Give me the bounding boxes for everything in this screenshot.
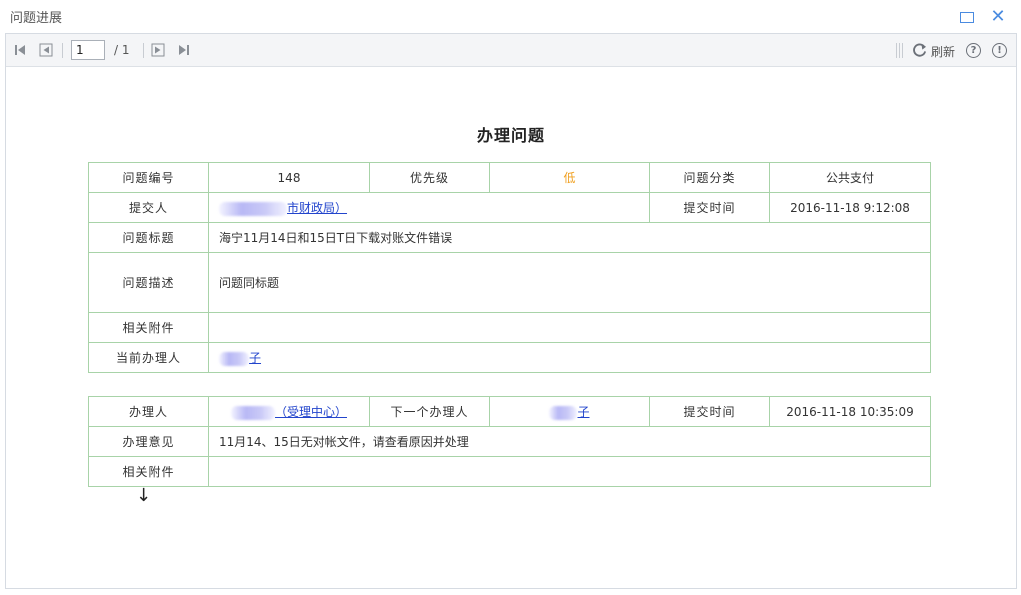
last-page-icon[interactable] [176,42,192,58]
table-row: 问题描述 问题同标题 [88,252,931,313]
description-value: 问题同标题 [208,252,931,313]
current-handler-cell: 子 [208,342,931,373]
maximize-icon [960,11,974,23]
close-icon: ✕ [990,6,1006,27]
close-button[interactable]: ✕ [987,6,1009,28]
progress-submit-time-value: 2016-11-18 10:35:09 [769,396,931,427]
issue-progress-window: 问题进展 ✕ / 1 [0,0,1021,595]
redacted-text [219,351,249,366]
report-viewer: / 1 刷新 ? ! 办理问题 [5,33,1017,589]
table-row: 问题标题 海宁11月14日和15日T日下载对账文件错误 [88,222,931,253]
table-row: 问题编号 148 优先级 低 问题分类 公共支付 [88,162,931,193]
next-processor-label: 下一个办理人 [369,396,490,427]
submit-time-label: 提交时间 [649,192,770,223]
opinion-label: 办理意见 [88,426,209,457]
refresh-icon[interactable] [911,42,927,58]
opinion-value: 11月14、15日无对帐文件，请查看原因并处理 [208,426,931,457]
redacted-text [549,405,578,420]
report-toolbar: / 1 刷新 ? ! [6,34,1016,67]
refresh-button[interactable]: 刷新 [931,43,955,60]
next-processor-link[interactable]: 子 [577,405,589,419]
redacted-text [230,405,275,420]
progress-attachments-value [208,456,931,487]
table-row: 办理意见 11月14、15日无对帐文件，请查看原因并处理 [88,426,931,457]
page-title: 办理问题 [476,126,545,145]
processor-cell: （受理中心） [208,396,370,427]
table-row: 相关附件 [88,456,931,487]
table-row: 办理人 （受理中心） 下一个办理人 子 提交时间 2016-11-18 10:3… [88,396,931,427]
current-handler-link[interactable]: 子 [249,351,261,365]
maximize-button[interactable] [956,6,978,28]
priority-label: 优先级 [369,162,490,193]
help-icon[interactable]: ? [966,43,981,58]
info-icon[interactable]: ! [992,43,1007,58]
toolbar-grip [896,43,897,58]
toolbar-separator [143,43,144,58]
window-title: 问题进展 [10,11,63,26]
flow-arrow-icon: ↓ [136,485,152,506]
progress-table: 办理人 （受理中心） 下一个办理人 子 提交时间 2016-11-18 10:3… [88,396,931,487]
subject-value: 海宁11月14日和15日T日下载对账文件错误 [208,222,931,253]
toolbar-grip [902,43,903,58]
report-content: 办理问题 问题编号 148 优先级 低 问题分类 公共支付 提交人 市财政局） … [6,68,1016,588]
progress-attachments-label: 相关附件 [88,456,209,487]
page-number-input[interactable] [71,40,105,60]
next-page-icon[interactable] [150,42,166,58]
toolbar-grip [899,43,900,58]
processor-label: 办理人 [88,396,209,427]
issue-id-value: 148 [208,162,370,193]
issue-table: 问题编号 148 优先级 低 问题分类 公共支付 提交人 市财政局） 提交时间 … [88,162,931,373]
prev-page-icon[interactable] [38,42,54,58]
attachments-value [208,312,931,343]
subject-label: 问题标题 [88,222,209,253]
description-label: 问题描述 [88,252,209,313]
priority-cell: 低 [489,162,650,193]
first-page-icon[interactable] [12,42,28,58]
submitter-cell: 市财政局） [208,192,650,223]
issue-id-label: 问题编号 [88,162,209,193]
toolbar-separator [62,43,63,58]
submit-time-value: 2016-11-18 9:12:08 [769,192,931,223]
priority-value: 低 [563,171,576,185]
category-label: 问题分类 [649,162,770,193]
processor-link[interactable]: （受理中心） [275,405,347,419]
page-total: / 1 [114,43,130,57]
category-value: 公共支付 [769,162,931,193]
next-processor-cell: 子 [489,396,650,427]
redacted-text [219,201,287,216]
table-row: 当前办理人 子 [88,342,931,373]
progress-submit-time-label: 提交时间 [649,396,770,427]
table-row: 相关附件 [88,312,931,343]
submitter-link[interactable]: 市财政局） [287,201,347,215]
title-bar: 问题进展 ✕ [0,0,1021,33]
current-handler-label: 当前办理人 [88,342,209,373]
table-row: 提交人 市财政局） 提交时间 2016-11-18 9:12:08 [88,192,931,223]
submitter-label: 提交人 [88,192,209,223]
attachments-label: 相关附件 [88,312,209,343]
